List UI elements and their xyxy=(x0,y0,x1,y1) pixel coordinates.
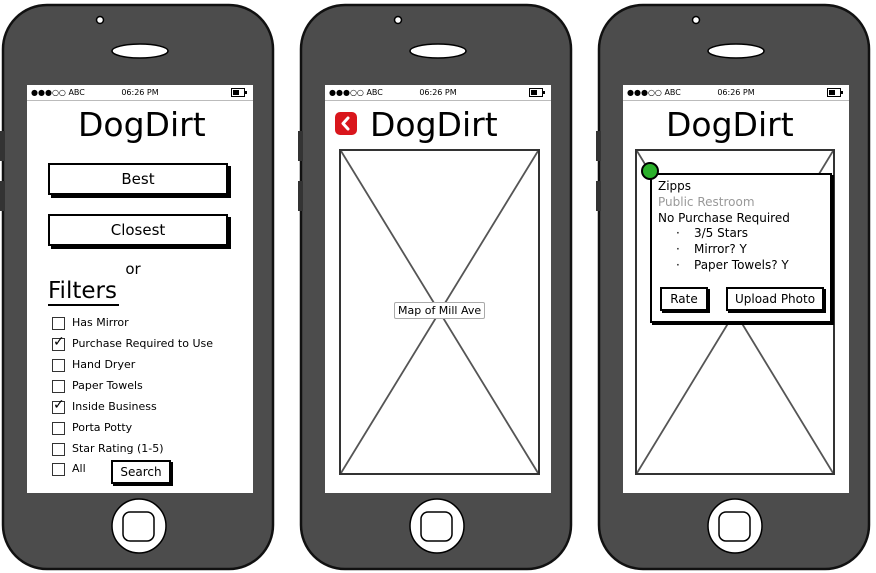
filter-checkbox[interactable] xyxy=(52,422,65,435)
filter-label: Purchase Required to Use xyxy=(72,337,213,350)
detail-item: · Mirror? Y xyxy=(676,242,747,256)
filter-label: Has Mirror xyxy=(72,316,129,329)
upload-photo-button[interactable]: Upload Photo xyxy=(726,287,824,311)
filter-label: All xyxy=(72,462,86,475)
back-button[interactable] xyxy=(335,112,357,135)
filter-checkbox[interactable] xyxy=(52,380,65,393)
status-time: 06:26 PM xyxy=(717,88,755,97)
filter-checkbox[interactable] xyxy=(52,359,65,372)
closest-button[interactable]: Closest xyxy=(48,214,228,246)
app-logo: DogDirt xyxy=(370,105,498,144)
app-logo: DogDirt xyxy=(666,105,794,144)
search-button[interactable]: Search xyxy=(111,460,171,484)
battery-icon xyxy=(827,88,843,97)
detail-item: · 3/5 Stars xyxy=(676,226,748,240)
filter-checkbox[interactable] xyxy=(52,443,65,456)
filter-checkbox[interactable] xyxy=(52,317,65,330)
phone-frame-detail: ●●●○○ ABC 06:26 PM DogDirt Zipps Public … xyxy=(596,3,872,571)
rate-button[interactable]: Rate xyxy=(660,287,708,311)
purchase-note: No Purchase Required xyxy=(658,211,790,225)
check-icon: ✓ xyxy=(53,334,65,350)
filter-label: Porta Potty xyxy=(72,421,133,434)
status-bar: ●●●○○ ABC 06:26 PM xyxy=(623,85,849,101)
battery-icon xyxy=(529,88,545,97)
filter-label: Star Rating (1-5) xyxy=(72,442,164,455)
filter-label: Inside Business xyxy=(72,400,157,413)
location-pin-icon[interactable] xyxy=(641,162,659,180)
filter-label: Hand Dryer xyxy=(72,358,136,371)
map-placeholder[interactable]: Map of Mill Ave xyxy=(339,149,540,475)
detail-text: 3/5 Stars xyxy=(694,226,748,240)
check-icon: ✓ xyxy=(53,397,65,413)
phone-frame-map: ●●●○○ ABC 06:26 PM DogDirt Map of Mill A… xyxy=(298,3,574,571)
chevron-left-icon xyxy=(341,116,350,131)
screen-map: ●●●○○ ABC 06:26 PM DogDirt Map of Mill A… xyxy=(325,85,551,493)
detail-text: Mirror? Y xyxy=(694,242,747,256)
screen-detail: ●●●○○ ABC 06:26 PM DogDirt Zipps Public … xyxy=(623,85,849,493)
filter-label: Paper Towels xyxy=(72,379,143,392)
screen-search: ●●●○○ ABC 06:26 PM DogDirt Best Closest … xyxy=(27,85,253,493)
place-name: Zipps xyxy=(658,179,692,193)
filters-heading: Filters xyxy=(48,278,119,306)
place-popup: Zipps Public Restroom No Purchase Requir… xyxy=(650,173,832,323)
phone-frame-search: ●●●○○ ABC 06:26 PM DogDirt Best Closest … xyxy=(0,3,276,571)
detail-item: · Paper Towels? Y xyxy=(676,258,789,272)
status-bar: ●●●○○ ABC 06:26 PM xyxy=(325,85,551,101)
or-label: or xyxy=(125,260,141,278)
place-type: Public Restroom xyxy=(658,195,755,209)
filter-checkbox[interactable] xyxy=(52,463,65,476)
app-logo: DogDirt xyxy=(78,105,206,144)
battery-icon xyxy=(231,88,247,97)
filter-checkbox[interactable]: ✓ xyxy=(52,397,65,414)
status-time: 06:26 PM xyxy=(121,88,159,97)
best-button[interactable]: Best xyxy=(48,163,228,195)
status-time: 06:26 PM xyxy=(419,88,457,97)
detail-text: Paper Towels? Y xyxy=(694,258,789,272)
map-label: Map of Mill Ave xyxy=(394,302,486,319)
status-bar: ●●●○○ ABC 06:26 PM xyxy=(27,85,253,101)
filter-checkbox[interactable]: ✓ xyxy=(52,334,65,351)
